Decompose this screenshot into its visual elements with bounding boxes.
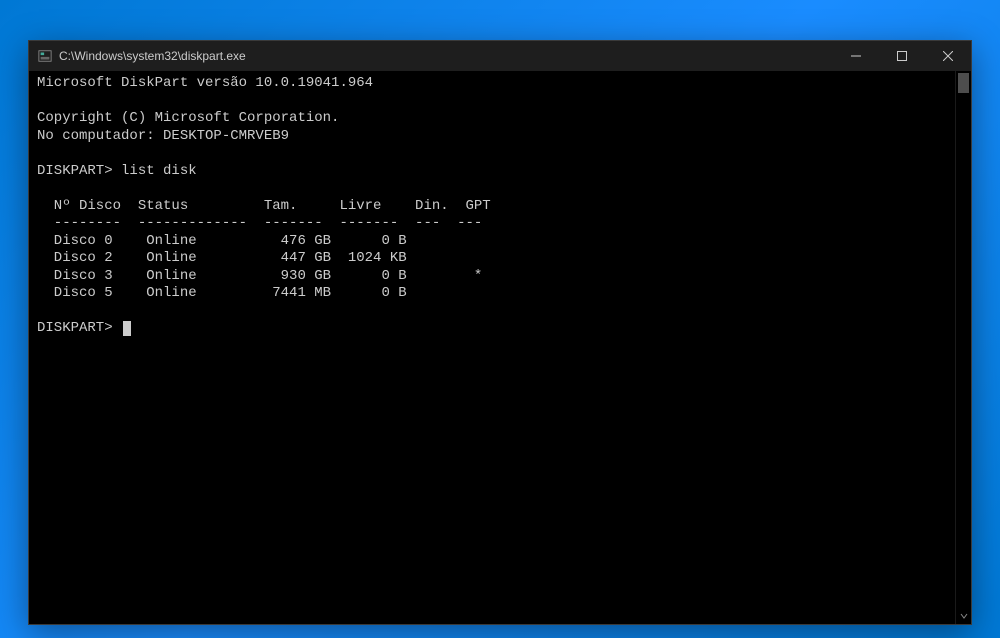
scroll-down-icon[interactable] xyxy=(956,608,971,624)
prompt-2: DISKPART> xyxy=(37,320,121,336)
table-row: Disco 2 Online 447 GB 1024 KB xyxy=(37,250,407,266)
terminal-output[interactable]: Microsoft DiskPart versão 10.0.19041.964… xyxy=(29,71,955,624)
close-button[interactable] xyxy=(925,41,971,71)
titlebar[interactable]: C:\Windows\system32\diskpart.exe xyxy=(29,41,971,71)
table-row: Disco 5 Online 7441 MB 0 B xyxy=(37,285,407,301)
table-divider: -------- ------------- ------- ------- -… xyxy=(37,215,482,231)
cursor xyxy=(123,321,131,336)
terminal-body: Microsoft DiskPart versão 10.0.19041.964… xyxy=(29,71,971,624)
scrollbar-thumb[interactable] xyxy=(958,73,969,93)
maximize-button[interactable] xyxy=(879,41,925,71)
table-row: Disco 0 Online 476 GB 0 B xyxy=(37,233,407,249)
version-line: Microsoft DiskPart versão 10.0.19041.964 xyxy=(37,75,373,91)
table-row: Disco 3 Online 930 GB 0 B * xyxy=(37,268,482,284)
prompt-1: DISKPART> xyxy=(37,163,121,179)
window-title: C:\Windows\system32\diskpart.exe xyxy=(59,49,833,63)
table-header: Nº Disco Status Tam. Livre Din. GPT xyxy=(37,198,491,214)
scrollbar[interactable] xyxy=(955,71,971,624)
minimize-button[interactable] xyxy=(833,41,879,71)
window-controls xyxy=(833,41,971,71)
copyright-line: Copyright (C) Microsoft Corporation. xyxy=(37,110,339,126)
command-1: list disk xyxy=(121,163,197,179)
diskpart-window: C:\Windows\system32\diskpart.exe Microso… xyxy=(28,40,972,625)
computer-line: No computador: DESKTOP-CMRVEB9 xyxy=(37,128,289,144)
app-icon xyxy=(37,48,53,64)
